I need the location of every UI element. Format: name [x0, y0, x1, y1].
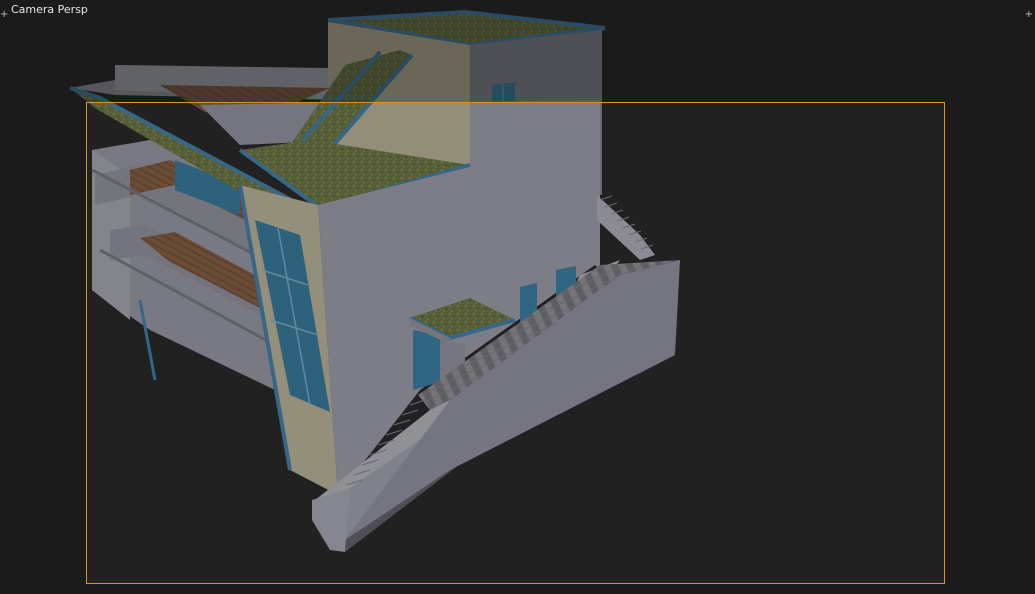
- marker-icon: +: [1024, 9, 1033, 20]
- view-label: Camera Persp: [11, 3, 88, 16]
- marker-icon: +: [0, 9, 9, 20]
- camera-area-tint: [86, 102, 945, 584]
- scene-render[interactable]: [0, 0, 1035, 594]
- 3d-viewport[interactable]: Camera Persp + +: [0, 0, 1035, 594]
